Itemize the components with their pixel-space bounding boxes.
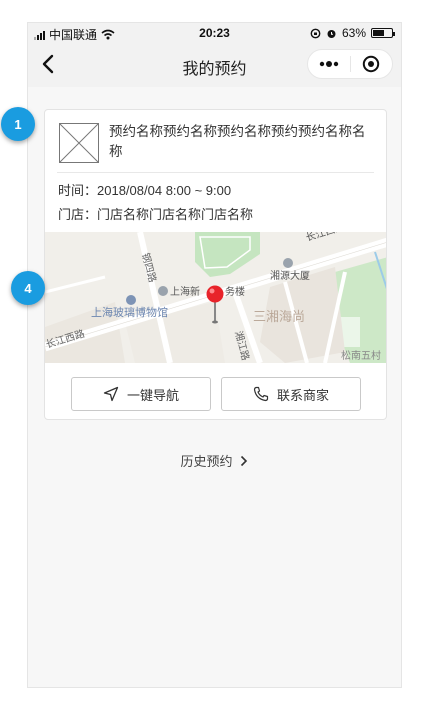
map-canvas: 钢四路 长江西路 湘源大厦 上海新 务楼 上海玻璃博物馆 三湘海尚 长江西路 湘…	[45, 232, 386, 363]
battery-icon	[371, 28, 395, 38]
map-poi-marker	[126, 295, 136, 305]
navigate-button[interactable]: 一键导航	[71, 377, 211, 411]
map-label: 上海玻璃博物馆	[91, 305, 168, 319]
map-poi-marker	[158, 286, 168, 296]
time-row: 时间：2018/08/04 8:00 ~ 9:00	[58, 180, 231, 199]
contact-label: 联系商家	[276, 387, 329, 403]
more-dots-icon	[319, 61, 338, 67]
map-label: 三湘海尚	[253, 310, 305, 325]
status-bar: 中国联通 20:23 63%	[28, 23, 401, 43]
history-reservations-link[interactable]: 历史预约	[28, 451, 401, 470]
time-value: 2018/08/04 8:00 ~ 9:00	[97, 183, 232, 198]
target-circle-icon	[363, 55, 380, 73]
nav-bar: 我的预约	[28, 43, 401, 87]
history-label: 历史预约	[180, 454, 233, 469]
miniprogram-capsule	[307, 49, 393, 79]
contact-merchant-button[interactable]: 联系商家	[221, 377, 361, 411]
map-label: 松南五村	[341, 349, 381, 362]
close-button[interactable]	[351, 50, 393, 78]
card-divider	[57, 172, 374, 173]
navigation-arrow-icon	[103, 386, 119, 402]
time-label: 时间：	[58, 183, 98, 198]
more-button[interactable]	[308, 50, 350, 78]
phone-icon	[253, 386, 269, 402]
status-right: 63%	[310, 26, 395, 40]
reservation-name: 预约名称预约名称预约名称预约预约名称名称	[109, 124, 366, 159]
annotation-badge: 1	[1, 107, 35, 141]
phone-screen: 中国联通 20:23 63% 我的预约 预约名称预约名称预约名称预约预约名称名称…	[27, 22, 402, 688]
reservation-card[interactable]: 预约名称预约名称预约名称预约预约名称名称 时间：2018/08/04 8:00 …	[44, 109, 387, 420]
image-placeholder-icon	[59, 123, 99, 163]
annotation-badge: 4	[11, 271, 45, 305]
map-poi-marker	[283, 258, 293, 268]
store-label: 门店：	[58, 207, 98, 222]
store-map[interactable]: 钢四路 长江西路 湘源大厦 上海新 务楼 上海玻璃博物馆 三湘海尚 长江西路 湘…	[45, 232, 386, 363]
rotation-lock-icon	[310, 28, 321, 38]
alarm-icon	[327, 29, 336, 38]
store-row: 门店：门店名称门店名称门店名称	[58, 204, 253, 223]
battery-percent: 63%	[341, 26, 366, 40]
map-label: 湘源大厦	[270, 269, 310, 282]
map-label: 上海新	[170, 285, 200, 298]
chevron-right-icon	[240, 455, 247, 466]
map-label: 务楼	[225, 285, 245, 298]
store-value: 门店名称门店名称门店名称	[97, 207, 254, 222]
navigate-label: 一键导航	[126, 387, 179, 403]
